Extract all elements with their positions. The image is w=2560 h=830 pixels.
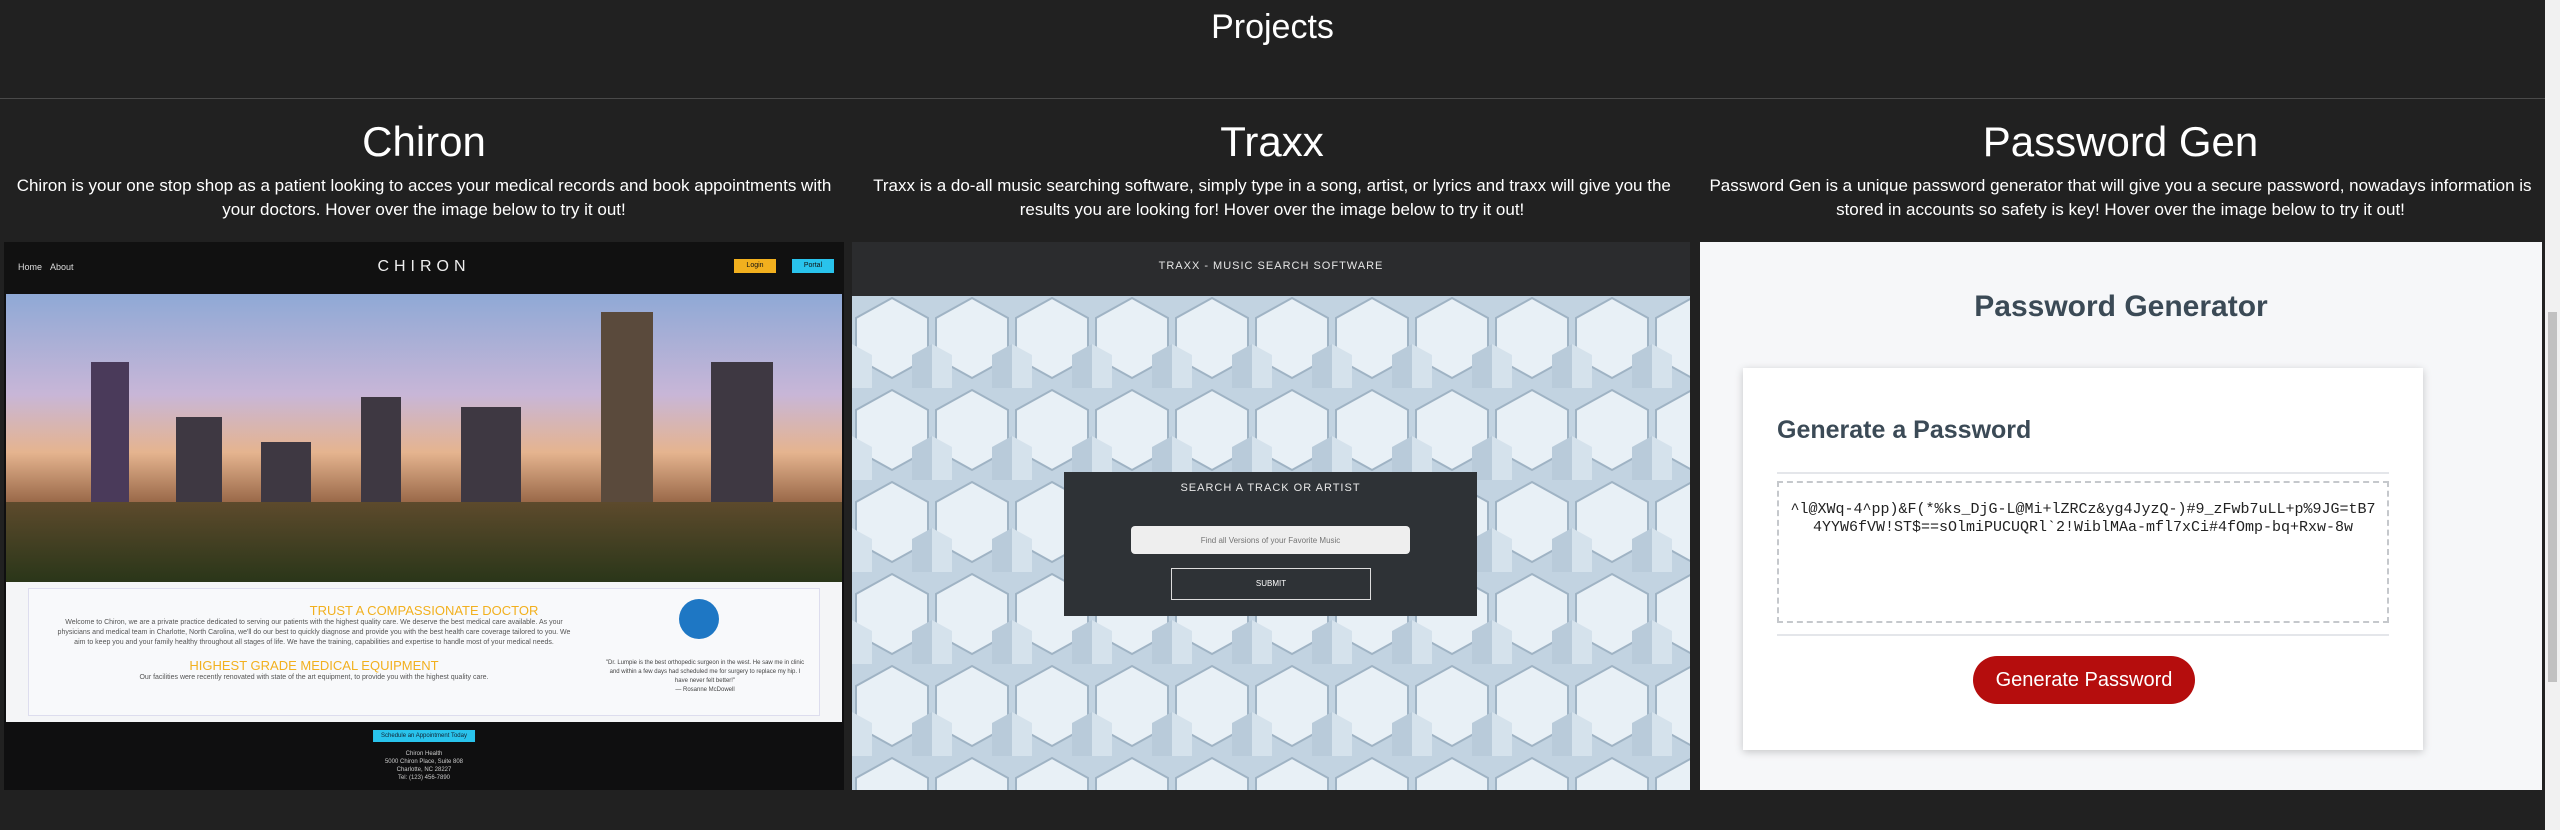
traxx-preview-image[interactable]: TRAXX - MUSIC SEARCH SOFTWARE SEARCH A T…: [852, 242, 1690, 790]
card-heading: Generate a Password: [1777, 416, 2032, 444]
robot-avatar-icon: [679, 599, 719, 639]
schedule-appointment-button: Schedule an Appointment Today: [373, 730, 475, 742]
generate-password-button: Generate Password: [1973, 656, 2195, 704]
password-generator-heading: Password Generator: [1974, 290, 2268, 323]
section-divider: [0, 98, 2545, 99]
project-traxx: Traxx Traxx is a do-all music searching …: [848, 112, 1696, 792]
chiron-footer: Chiron Health 5000 Chiron Place, Suite 8…: [4, 750, 844, 782]
card-divider: [1777, 634, 2389, 636]
footer-line: Charlotte, NC 28227: [396, 767, 452, 773]
password-output: ^l@XWq-4^pp)&F(*%ks_DjG-L@Mi+lZRCz&yg4Jy…: [1777, 481, 2389, 623]
project-title: Chiron: [362, 118, 486, 165]
project-title: Password Gen: [1982, 118, 2259, 165]
chiron-heading-2: HIGHEST GRADE MEDICAL EQUIPMENT: [189, 658, 439, 673]
chiron-preview-image[interactable]: Home About CHIRON Login Portal TRUST A CO…: [4, 242, 844, 790]
chiron-navbar: Home About CHIRON Login Portal: [4, 242, 844, 294]
project-title: Traxx: [1220, 118, 1324, 165]
login-button: Login: [734, 259, 776, 273]
city-skyline-image: [6, 294, 842, 582]
page-title: Projects: [1211, 8, 1334, 46]
submit-button: SUBMIT: [1171, 568, 1371, 600]
track-search-input: [1131, 526, 1410, 554]
traxx-header: TRAXX - MUSIC SEARCH SOFTWARE: [1158, 260, 1384, 272]
project-password-gen: Password Gen Password Gen is a unique pa…: [1696, 112, 2545, 792]
card-divider: [1777, 472, 2389, 474]
project-description: Chiron is your one stop shop as a patien…: [16, 176, 832, 219]
chiron-paragraph-2: Our facilities were recently renovated w…: [139, 674, 489, 681]
footer-line: Tel: (123) 456-7890: [397, 775, 451, 781]
portal-button: Portal: [792, 259, 834, 273]
footer-line: Chiron Health: [405, 751, 443, 757]
password-gen-preview-image[interactable]: Password Generator Generate a Password ^…: [1700, 242, 2542, 790]
password-card: Generate a Password ^l@XWq-4^pp)&F(*%ks_…: [1743, 368, 2423, 750]
chiron-content-card: TRUST A COMPASSIONATE DOCTOR Welcome to …: [6, 582, 842, 722]
project-chiron: Chiron Chiron is your one stop shop as a…: [0, 112, 848, 792]
chiron-logo: CHIRON: [377, 258, 471, 275]
project-description: Traxx is a do-all music searching softwa…: [873, 176, 1671, 219]
traxx-search-panel: SEARCH A TRACK OR ARTIST SUBMIT: [1064, 472, 1477, 616]
footer-line: 5000 Chiron Place, Suite 808: [384, 759, 464, 765]
search-panel-heading: SEARCH A TRACK OR ARTIST: [1180, 482, 1361, 494]
chiron-paragraph-1: Welcome to Chiron, we are a private prac…: [57, 619, 571, 646]
chiron-testimonial: "Dr. Lumpie is the best orthopedic surge…: [605, 659, 805, 695]
scrollbar-thumb[interactable]: [2548, 312, 2557, 682]
project-description: Password Gen is a unique password genera…: [1709, 176, 2532, 219]
testimonial-author: — Rosanne McDowell: [675, 687, 735, 693]
testimonial-text: "Dr. Lumpie is the best orthopedic surge…: [605, 660, 805, 684]
